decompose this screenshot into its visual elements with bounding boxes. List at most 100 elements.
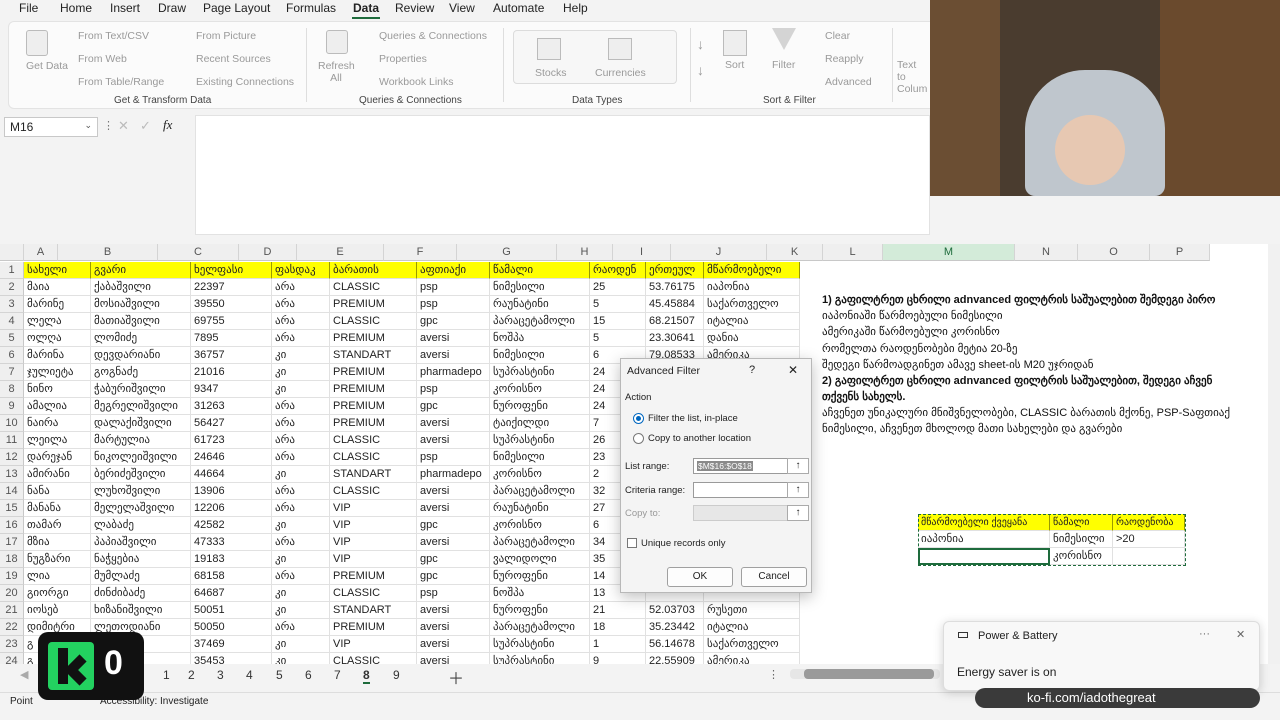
table-cell[interactable]: CLASSIC xyxy=(330,483,417,500)
table-cell[interactable]: 56427 xyxy=(191,415,272,432)
table-header-cell[interactable]: აფთიაქი xyxy=(417,262,490,279)
refresh-all-button[interactable]: Refresh All xyxy=(318,60,355,84)
from-web-button[interactable]: From Web xyxy=(78,53,127,65)
table-cell[interactable]: gpc xyxy=(417,517,490,534)
menu-page-layout[interactable]: Page Layout xyxy=(203,1,270,15)
table-cell[interactable]: ლია xyxy=(24,568,91,585)
table-cell[interactable]: 12206 xyxy=(191,500,272,517)
table-cell[interactable]: პაპიაშვილი xyxy=(91,534,191,551)
get-data-button[interactable]: Get Data xyxy=(26,60,68,72)
menu-file[interactable]: File xyxy=(19,1,38,15)
radio-copy[interactable] xyxy=(633,433,644,444)
table-cell[interactable]: ამალია xyxy=(24,398,91,415)
table-cell[interactable]: 56.14678 xyxy=(646,636,704,653)
column-header[interactable]: E xyxy=(297,244,384,261)
table-cell[interactable]: ოლღა xyxy=(24,330,91,347)
row-header[interactable]: 3 xyxy=(0,296,24,313)
table-cell[interactable]: aversi xyxy=(417,330,490,347)
table-cell[interactable]: 23.30641 xyxy=(646,330,704,347)
table-cell[interactable]: 9 xyxy=(590,653,646,664)
table-header-cell[interactable]: რაოდენ xyxy=(590,262,646,279)
criteria-range-input[interactable] xyxy=(693,482,789,498)
table-cell[interactable]: CLASSIC xyxy=(330,432,417,449)
table-cell[interactable]: 35453 xyxy=(191,653,272,664)
table-cell[interactable]: ნუგზარი xyxy=(24,551,91,568)
table-cell[interactable]: VIP xyxy=(330,551,417,568)
table-cell[interactable]: დევდარიანი xyxy=(91,347,191,364)
horizontal-scrollbar[interactable] xyxy=(790,669,940,679)
table-cell[interactable]: მარტულია xyxy=(91,432,191,449)
column-header[interactable]: K xyxy=(767,244,823,261)
table-cell[interactable]: ნიკოლეიშვილი xyxy=(91,449,191,466)
table-cell[interactable]: სუპრასტინი xyxy=(490,432,590,449)
cancel-icon[interactable]: ✕ xyxy=(118,118,129,134)
text-to-columns-button[interactable]: Text to Colum xyxy=(897,59,927,95)
collapse-arrow-icon[interactable]: ↑ xyxy=(787,458,809,474)
table-cell[interactable]: იტალია xyxy=(704,619,800,636)
table-cell[interactable]: საქართველო xyxy=(704,296,800,313)
row-header[interactable]: 6 xyxy=(0,347,24,364)
table-cell[interactable]: არა xyxy=(272,296,330,313)
table-header-cell[interactable]: წამალი xyxy=(490,262,590,279)
row-header[interactable]: 21 xyxy=(0,602,24,619)
table-cell[interactable]: aversi xyxy=(417,483,490,500)
table-cell[interactable]: ნიმესილი xyxy=(490,279,590,296)
table-cell[interactable]: 5 xyxy=(590,296,646,313)
from-text-csv-button[interactable]: From Text/CSV xyxy=(78,30,149,42)
column-header[interactable]: C xyxy=(158,244,239,261)
previous-sheet-icon[interactable]: ◀ xyxy=(20,668,28,681)
table-cell[interactable]: psp xyxy=(417,585,490,602)
sheet-tab[interactable]: 8 xyxy=(363,668,370,684)
table-cell[interactable]: მოსიაშვილი xyxy=(91,296,191,313)
close-icon[interactable]: ✕ xyxy=(1236,628,1245,641)
properties-button[interactable]: Properties xyxy=(379,53,427,65)
table-cell[interactable]: 68.21507 xyxy=(646,313,704,330)
advanced-button[interactable]: Advanced xyxy=(825,76,872,88)
table-cell[interactable]: STANDART xyxy=(330,466,417,483)
table-cell[interactable]: რაუნატინი xyxy=(490,500,590,517)
table-cell[interactable]: პარაცეტამოლი xyxy=(490,619,590,636)
table-cell[interactable]: კი xyxy=(272,364,330,381)
table-cell[interactable]: PREMIUM xyxy=(330,398,417,415)
unique-checkbox[interactable] xyxy=(627,538,637,548)
table-cell[interactable]: 21016 xyxy=(191,364,272,381)
row-header[interactable]: 19 xyxy=(0,568,24,585)
select-all-corner[interactable] xyxy=(0,244,24,261)
table-cell[interactable]: გიორგი xyxy=(24,585,91,602)
table-cell[interactable]: PREMIUM xyxy=(330,330,417,347)
sheet-tab[interactable]: 2 xyxy=(188,668,195,682)
row-header[interactable]: 7 xyxy=(0,364,24,381)
collapse-arrow-icon[interactable]: ↑ xyxy=(787,482,809,498)
table-cell[interactable]: 5 xyxy=(590,330,646,347)
clear-button[interactable]: Clear xyxy=(825,30,850,42)
currencies-button[interactable]: Currencies xyxy=(595,67,646,79)
row-header[interactable]: 18 xyxy=(0,551,24,568)
close-icon[interactable]: ✕ xyxy=(788,363,798,377)
table-cell[interactable]: იტალია xyxy=(704,313,800,330)
table-cell[interactable]: მარინე xyxy=(24,296,91,313)
table-cell[interactable]: თამარ xyxy=(24,517,91,534)
row-header[interactable]: 15 xyxy=(0,500,24,517)
menu-data[interactable]: Data xyxy=(353,1,379,15)
table-cell[interactable]: ძინძიბაძე xyxy=(91,585,191,602)
table-cell[interactable]: კი xyxy=(272,602,330,619)
sort-az-icon[interactable]: ↓ xyxy=(697,36,704,52)
add-sheet-icon[interactable]: ＋ xyxy=(448,665,464,689)
column-header[interactable]: O xyxy=(1078,244,1150,261)
table-cell[interactable]: gpc xyxy=(417,398,490,415)
table-cell[interactable]: არა xyxy=(272,279,330,296)
sheet-tab[interactable]: 3 xyxy=(217,668,224,682)
queries-connections-button[interactable]: Queries & Connections xyxy=(379,30,487,42)
formula-input[interactable] xyxy=(195,115,930,235)
table-cell[interactable]: ბერიძეშვილი xyxy=(91,466,191,483)
sheet-tab[interactable]: 5 xyxy=(276,668,283,682)
filter-button[interactable]: Filter xyxy=(772,59,795,71)
table-cell[interactable]: ქაბაშვილი xyxy=(91,279,191,296)
table-header-cell[interactable]: ერთეულ xyxy=(646,262,704,279)
table-cell[interactable]: ნუროფენი xyxy=(490,568,590,585)
row-header[interactable]: 22 xyxy=(0,619,24,636)
table-cell[interactable]: საქართველო xyxy=(704,636,800,653)
table-cell[interactable]: CLASSIC xyxy=(330,313,417,330)
row-header[interactable]: 17 xyxy=(0,534,24,551)
table-cell[interactable]: aversi xyxy=(417,347,490,364)
